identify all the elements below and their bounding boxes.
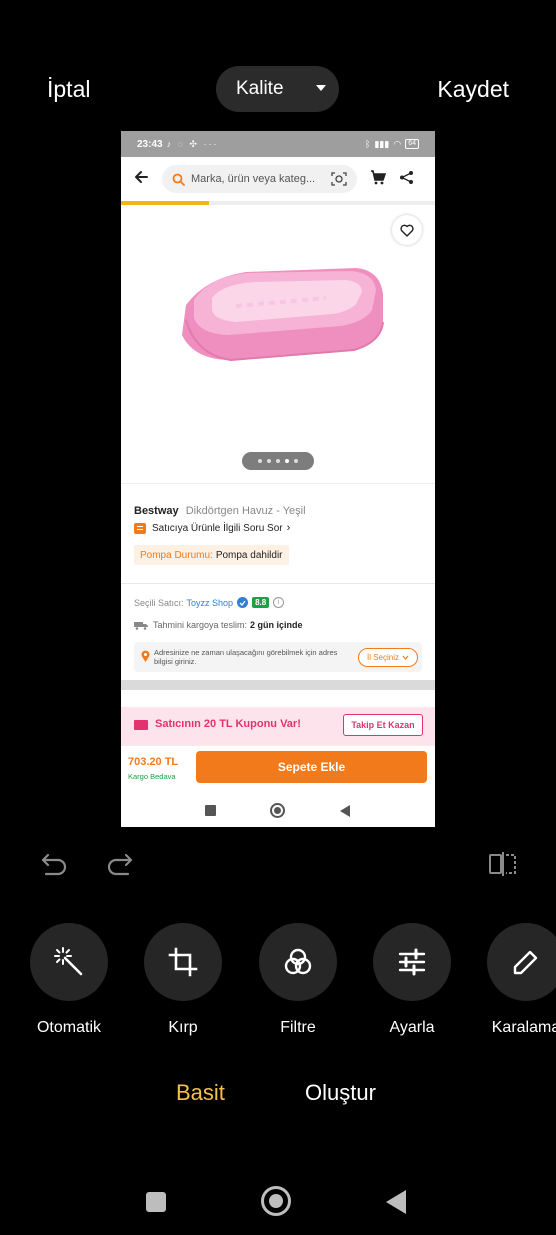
gallery-dot xyxy=(276,459,280,463)
tool-doodle-label: Karalama xyxy=(491,1019,556,1036)
magic-wand-icon xyxy=(54,947,83,976)
back-button-icon[interactable] xyxy=(386,1190,406,1214)
camera-search-icon[interactable] xyxy=(331,171,347,187)
back-icon xyxy=(340,805,350,817)
location-pin-icon xyxy=(141,650,150,662)
chevron-right-icon: › xyxy=(286,522,291,534)
product-price: 703.20 TL xyxy=(128,756,179,768)
redo-icon[interactable] xyxy=(106,851,134,877)
crop-icon xyxy=(168,947,198,977)
gallery-dots xyxy=(242,452,314,470)
search-icon xyxy=(172,173,185,186)
delivery-row: Tahmini kargoya teslim: 2 gün içinde xyxy=(134,620,303,630)
recents-button-icon[interactable] xyxy=(146,1192,166,1212)
chat-icon xyxy=(134,522,146,534)
gallery-dot xyxy=(285,459,289,463)
coupon-icon xyxy=(134,720,148,730)
seller-name[interactable]: Toyzz Shop xyxy=(187,598,234,608)
delivery-label: Tahmini kargoya teslim: xyxy=(153,620,248,630)
notification-icons: ♪ ◌ ✣ ··· xyxy=(166,138,219,149)
tool-filter-label: Filtre xyxy=(280,1019,316,1036)
bluetooth-icon: ᛒ xyxy=(365,139,371,149)
free-shipping-label: Kargo Bedava xyxy=(128,772,176,781)
system-nav-bar xyxy=(0,1175,556,1235)
seller-row: Seçili Satıcı: Toyzz Shop 8.8 i xyxy=(134,597,285,608)
address-prompt: Adresinize ne zaman ulaşacağını görebilm… xyxy=(134,642,422,672)
status-right-icons: ᛒ ▮▮▮ ◠ 64 xyxy=(365,139,419,150)
gallery-dot xyxy=(267,459,271,463)
seller-section: Seçili Satıcı: Toyzz Shop 8.8 i Tahmini … xyxy=(121,583,435,679)
inner-app-header: Marka, ürün veya kateg... xyxy=(121,157,435,201)
gallery-dot xyxy=(258,459,262,463)
favorite-button[interactable] xyxy=(392,215,422,245)
product-info: Bestway Dikdörtgen Havuz - Yeşil Satıcıy… xyxy=(121,483,435,583)
compare-icon[interactable] xyxy=(488,851,518,877)
tool-auto-button[interactable] xyxy=(30,923,108,1001)
caret-down-icon xyxy=(316,85,326,91)
truck-icon xyxy=(134,621,148,630)
product-name: Dikdörtgen Havuz - Yeşil xyxy=(185,505,306,517)
tool-adjust-button[interactable] xyxy=(373,923,451,1001)
delivery-value: 2 gün içinde xyxy=(250,620,303,630)
home-button-icon[interactable] xyxy=(261,1186,291,1216)
tool-row: Otomatik Kırp Filtre Ayarla Karalama xyxy=(0,923,556,1043)
cancel-button[interactable]: İptal xyxy=(47,76,90,103)
verified-icon xyxy=(237,597,249,608)
recents-icon xyxy=(205,805,216,816)
badge-key: Pompa Durumu: xyxy=(140,549,213,561)
back-arrow-icon[interactable] xyxy=(133,169,149,185)
tool-filter-button[interactable] xyxy=(259,923,337,1001)
add-to-cart-button[interactable]: Sepete Ekle xyxy=(196,751,427,783)
section-divider xyxy=(121,680,435,690)
inner-status-bar: 23:43 ♪ ◌ ✣ ··· ᛒ ▮▮▮ ◠ 64 xyxy=(121,131,435,157)
signal-icon: ▮▮▮ xyxy=(374,138,390,149)
pump-status-badge: Pompa Durumu: Pompa dahildir xyxy=(134,545,289,565)
screenshot-preview[interactable]: 23:43 ♪ ◌ ✣ ··· ᛒ ▮▮▮ ◠ 64 Marka, ürün v… xyxy=(121,131,435,827)
ask-seller-link[interactable]: Satıcıya Ürünle İlgili Soru Sor › xyxy=(134,522,290,534)
tool-crop-label: Kırp xyxy=(168,1019,198,1036)
battery-icon: 64 xyxy=(405,139,419,149)
tool-crop-button[interactable] xyxy=(144,923,222,1001)
coupon-banner: Satıcının 20 TL Kuponu Var! Takip Et Kaz… xyxy=(121,707,435,745)
chevron-down-icon xyxy=(402,655,409,660)
select-city-button[interactable]: İl Seçiniz xyxy=(358,648,418,667)
search-input[interactable]: Marka, ürün veya kateg... xyxy=(162,165,357,193)
gallery-dot xyxy=(294,459,298,463)
filter-icon xyxy=(284,948,312,975)
product-image xyxy=(182,268,384,362)
mode-basic-tab[interactable]: Basit xyxy=(176,1080,225,1106)
heart-icon xyxy=(400,224,414,237)
coupon-text: Satıcının 20 TL Kuponu Var! xyxy=(155,718,301,730)
wifi-icon: ◠ xyxy=(393,138,402,149)
tool-auto-label: Otomatik xyxy=(36,1019,101,1036)
follow-and-win-button[interactable]: Takip Et Kazan xyxy=(343,714,423,736)
address-text: Adresinize ne zaman ulaşacağını görebilm… xyxy=(154,648,338,666)
status-time: 23:43 xyxy=(137,138,163,150)
info-icon[interactable]: i xyxy=(273,597,285,608)
purchase-bar: 703.20 TL Kargo Bedava Sepete Ekle xyxy=(121,745,435,795)
quality-dropdown[interactable]: Kalite xyxy=(216,66,339,112)
select-city-label: İl Seçiniz xyxy=(366,653,399,662)
home-icon xyxy=(270,803,285,818)
tool-adjust-label: Ayarla xyxy=(389,1019,435,1036)
tool-doodle-button[interactable] xyxy=(487,923,556,1001)
badge-value: Pompa dahildir xyxy=(215,549,283,561)
seller-score: 8.8 xyxy=(252,597,270,608)
ask-seller-label: Satıcıya Ürünle İlgili Soru Sor xyxy=(152,522,283,534)
product-brand: Bestway xyxy=(134,505,179,517)
sliders-icon xyxy=(398,948,426,976)
quality-label: Kalite xyxy=(236,78,284,99)
mode-create-tab[interactable]: Oluştur xyxy=(305,1080,376,1106)
pen-icon xyxy=(513,950,538,975)
share-icon[interactable] xyxy=(399,170,414,185)
product-title: Bestway Dikdörtgen Havuz - Yeşil xyxy=(134,505,306,517)
product-image-gallery[interactable] xyxy=(121,205,435,481)
seller-label: Seçili Satıcı: xyxy=(134,597,184,608)
cart-icon[interactable] xyxy=(370,170,386,185)
undo-icon[interactable] xyxy=(40,851,68,877)
search-placeholder: Marka, ürün veya kateg... xyxy=(191,173,316,185)
save-button[interactable]: Kaydet xyxy=(437,76,509,103)
inner-system-nav xyxy=(121,795,435,827)
